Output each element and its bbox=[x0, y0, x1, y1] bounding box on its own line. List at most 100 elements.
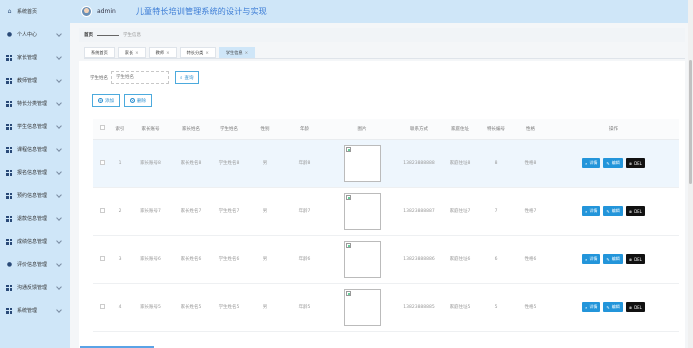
cell-phone: 13823888885 bbox=[397, 283, 441, 332]
broken-image-icon bbox=[345, 242, 351, 248]
detail-button-label: 详情 bbox=[589, 160, 598, 165]
student-image bbox=[343, 192, 381, 230]
search-icon: ⌕ bbox=[585, 256, 588, 262]
close-icon[interactable]: × bbox=[245, 50, 249, 55]
sidebar-item-label: 预约信息管理 bbox=[17, 193, 48, 199]
del-button[interactable]: ⊗ DEL bbox=[625, 254, 645, 264]
sidebar-item-label: 家长管理 bbox=[17, 55, 38, 61]
chevron-down-icon bbox=[56, 238, 62, 244]
column-header: 联系方式 bbox=[397, 119, 441, 140]
sidebar-item[interactable]: 特长分类管理 bbox=[0, 92, 70, 115]
grid-icon bbox=[6, 192, 12, 199]
del-button[interactable]: ⊗ DEL bbox=[625, 302, 645, 312]
close-icon[interactable]: × bbox=[166, 50, 170, 55]
broken-image-icon bbox=[345, 146, 351, 152]
sidebar-item[interactable]: 预约信息管理 bbox=[0, 184, 70, 207]
chevron-down-icon bbox=[56, 192, 62, 198]
cell-student-name: 学生姓名8 bbox=[210, 139, 248, 188]
row-checkbox[interactable] bbox=[99, 159, 105, 165]
delete-button[interactable]: × 删除 bbox=[124, 94, 152, 107]
sidebar-item[interactable]: 退款信息管理 bbox=[0, 207, 70, 230]
sidebar-item[interactable]: 沟通反馈管理 bbox=[0, 276, 70, 299]
chevron-down-icon bbox=[56, 54, 62, 60]
del-button[interactable]: ⊗ DEL bbox=[625, 158, 645, 168]
sidebar-item[interactable]: 课程信息管理 bbox=[0, 138, 70, 161]
tab-item[interactable]: 学生信息 × bbox=[218, 47, 256, 58]
tab-item[interactable]: 家长 × bbox=[117, 47, 146, 58]
row-checkbox[interactable] bbox=[99, 207, 105, 213]
detail-button[interactable]: ⌕ 详情 bbox=[582, 158, 601, 168]
detail-button[interactable]: ⌕ 详情 bbox=[582, 206, 601, 216]
sidebar-item[interactable]: ● 个人中心 bbox=[0, 23, 70, 46]
cell-address: 家庭住址8 bbox=[441, 139, 479, 188]
row-checkbox[interactable] bbox=[99, 255, 105, 261]
breadcrumb-home[interactable]: 首页 bbox=[84, 32, 93, 38]
grid-icon bbox=[6, 54, 12, 61]
tab-item[interactable]: 特长分类 × bbox=[179, 47, 216, 58]
row-actions: ⌕ 详情 ✎ 编辑 ⊗ DEL bbox=[548, 158, 679, 168]
cell-parent-name: 家长姓名8 bbox=[172, 139, 210, 188]
pencil-icon: ✎ bbox=[606, 208, 610, 214]
tab-divider bbox=[84, 58, 685, 59]
close-icon[interactable]: × bbox=[135, 50, 139, 55]
search-row: 学生姓名 ⌕ 查询 bbox=[90, 71, 199, 84]
edit-button[interactable]: ✎ 编辑 bbox=[603, 254, 623, 264]
pencil-icon: ✎ bbox=[606, 256, 610, 262]
cell-actions: ⌕ 详情 ✎ 编辑 ⊗ DEL bbox=[548, 235, 679, 284]
vertical-scrollbar[interactable] bbox=[688, 0, 693, 348]
sidebar-item-label: 系统首页 bbox=[17, 9, 38, 15]
breadcrumb: 首页 学生信息 bbox=[79, 28, 685, 42]
sidebar-item[interactable]: 家长管理 bbox=[0, 46, 70, 69]
column-header: 性格 bbox=[513, 119, 548, 140]
add-button-label: 添加 bbox=[105, 98, 114, 104]
username[interactable]: admin bbox=[97, 8, 116, 15]
chevron-down-icon bbox=[56, 31, 62, 37]
chevron-down-icon bbox=[56, 307, 62, 313]
main-panel: 学生姓名 ⌕ 查询 + 添加 × 删除 索引家长账号家长姓名学生姓名性别年龄图片… bbox=[79, 61, 685, 348]
tab-item[interactable]: 系统首页 bbox=[84, 47, 115, 58]
edit-button[interactable]: ✎ 编辑 bbox=[603, 158, 623, 168]
select-all-checkbox[interactable] bbox=[99, 125, 105, 131]
tab-item[interactable]: 教师 × bbox=[148, 47, 177, 58]
chevron-down-icon bbox=[56, 261, 62, 267]
cell-parent-name: 家长姓名6 bbox=[172, 235, 210, 284]
detail-button[interactable]: ⌕ 详情 bbox=[582, 254, 601, 264]
sidebar-item[interactable]: 系统管理 bbox=[0, 299, 70, 322]
sidebar-item[interactable]: 报名信息管理 bbox=[0, 161, 70, 184]
sidebar-item-label: 课程信息管理 bbox=[17, 147, 48, 153]
sidebar-item[interactable]: 教师管理 bbox=[0, 69, 70, 92]
student-image bbox=[343, 288, 381, 326]
tab-label: 教师 bbox=[155, 49, 165, 55]
cell-student-name: 学生姓名5 bbox=[210, 283, 248, 332]
query-button[interactable]: ⌕ 查询 bbox=[175, 71, 199, 84]
sidebar-item[interactable]: ● 评价信息管理 bbox=[0, 253, 70, 276]
search-input[interactable] bbox=[111, 71, 169, 84]
sidebar-item-label: 系统管理 bbox=[17, 308, 38, 314]
breadcrumb-current: 学生信息 bbox=[123, 33, 141, 38]
student-image bbox=[343, 144, 381, 182]
add-button[interactable]: + 添加 bbox=[92, 94, 120, 107]
del-button[interactable]: ⊗ DEL bbox=[625, 206, 645, 216]
cell-index: 4 bbox=[111, 283, 129, 332]
edit-button[interactable]: ✎ 编辑 bbox=[603, 206, 623, 216]
scrollbar-thumb[interactable] bbox=[689, 60, 692, 184]
detail-button[interactable]: ⌕ 详情 bbox=[582, 302, 601, 312]
edit-button[interactable]: ✎ 编辑 bbox=[603, 302, 623, 312]
avatar[interactable] bbox=[81, 6, 92, 17]
column-header: 学生姓名 bbox=[210, 119, 248, 140]
close-icon[interactable]: × bbox=[205, 50, 209, 55]
tab-label: 学生信息 bbox=[225, 49, 243, 55]
phone-text: 13823888888 bbox=[403, 160, 435, 166]
close-circle-icon: ⊗ bbox=[628, 208, 633, 214]
checkbox-cell bbox=[93, 283, 111, 332]
sidebar-item[interactable]: 成绩信息管理 bbox=[0, 230, 70, 253]
query-button-label: 查询 bbox=[184, 75, 194, 81]
cell-student-name: 学生姓名7 bbox=[210, 187, 248, 236]
sidebar: ⌂ 系统首页 ● 个人中心家长管理教师管理 特长分类管理 学生信息管理课程信息管理报名信息… bbox=[0, 0, 70, 348]
search-label: 学生姓名 bbox=[90, 75, 108, 81]
sidebar-item[interactable]: ⌂ 系统首页 bbox=[0, 0, 70, 23]
cell-talent-no: 7 bbox=[479, 187, 513, 236]
grid-icon bbox=[6, 284, 12, 291]
sidebar-item[interactable]: 学生信息管理 bbox=[0, 115, 70, 138]
row-checkbox[interactable] bbox=[99, 303, 105, 309]
